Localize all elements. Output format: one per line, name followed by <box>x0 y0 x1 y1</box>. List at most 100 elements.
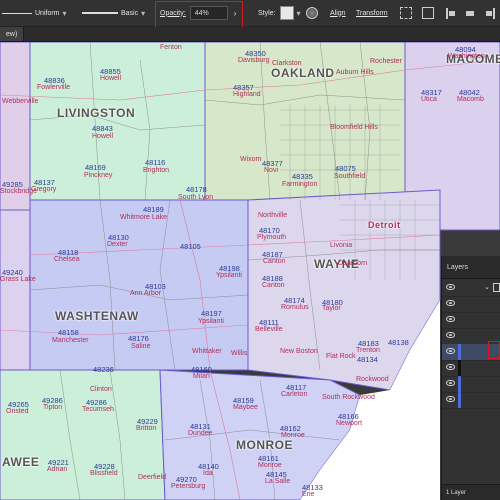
control-bar: Uniform ▾ Basic ▾ Opacity: 44% › Style: … <box>0 0 500 28</box>
city-label: Ann Arbor <box>130 290 162 297</box>
eye-icon[interactable] <box>446 364 455 370</box>
place-label: Whittaker <box>192 348 222 355</box>
city-label: Dundee <box>188 430 213 437</box>
align-left-icon[interactable] <box>446 0 455 26</box>
place-label: South Rockwood <box>322 394 375 401</box>
city-label: Southfield <box>334 173 366 180</box>
layer-row[interactable] <box>442 296 500 313</box>
uniform-line-icon <box>2 12 32 14</box>
city-label: Washington <box>448 53 485 60</box>
city-label: Plymouth <box>257 234 287 241</box>
layer-color-bar <box>458 360 461 376</box>
layer-row[interactable] <box>442 312 500 329</box>
zip-label: 48075 <box>335 164 356 173</box>
city-label: Blissfield <box>90 470 118 477</box>
city-label: Chelsea <box>54 256 80 263</box>
isolate-icon[interactable] <box>422 0 434 26</box>
zip-label: 48134 <box>357 355 378 364</box>
city-label: Trenton <box>356 347 380 354</box>
zip-label: 48236 <box>93 365 114 374</box>
layers-panel: Layers ⌄ 1 Layer <box>441 256 500 500</box>
selection-highlight <box>488 341 500 359</box>
city-label: Novi <box>264 167 279 174</box>
align-right-icon[interactable] <box>486 0 495 26</box>
chevron-down-icon[interactable]: ⌄ <box>484 283 490 291</box>
zip-label: 48843 <box>92 124 113 133</box>
city-label: Farmington <box>282 181 318 188</box>
align-center-icon[interactable] <box>466 0 474 26</box>
city-label: Howell <box>92 133 114 140</box>
zip-label: 48335 <box>292 172 313 181</box>
eye-icon[interactable] <box>446 284 455 290</box>
brush-label: Basic <box>121 9 139 17</box>
layer-color-bar <box>458 344 461 360</box>
place-label: Bloomfield Hills <box>330 124 378 131</box>
city-label: Highland <box>233 91 261 98</box>
stroke-profile-dropdown[interactable]: Uniform ▾ <box>2 0 67 26</box>
place-label: Webberville <box>2 98 39 105</box>
city-label: Brighton <box>143 167 170 174</box>
transform-button[interactable]: Transform <box>356 0 388 26</box>
style-swatch[interactable] <box>279 6 294 20</box>
city-label: Ida <box>203 470 213 477</box>
zip-label: 48169 <box>85 163 106 172</box>
place-label: Fenton <box>160 44 182 51</box>
zip-label: 48158 <box>58 328 79 337</box>
eye-icon[interactable] <box>446 316 455 322</box>
city-label: Grass Lake <box>0 276 36 283</box>
city-label: Monroe <box>281 432 305 439</box>
city-label: Fowlerville <box>37 84 71 91</box>
place-label: Deerfield <box>138 474 167 481</box>
layer-count-label: 1 Layer <box>446 489 467 496</box>
city-label: Milan <box>193 373 210 380</box>
zip-label: 48105 <box>180 242 201 251</box>
opacity-label[interactable]: Opacity: <box>160 10 186 17</box>
place-label: Dearborn <box>338 260 368 267</box>
map-canvas[interactable]: OAKLAND MACOMB LIVINGSTON WASHTENAW WAYN… <box>0 42 500 500</box>
place-label: Auburn Hills <box>336 69 374 76</box>
chevron-right-icon[interactable]: › <box>234 9 237 18</box>
city-label: Stockbridge <box>0 188 37 195</box>
place-label: Flat Rock <box>326 353 356 360</box>
document-tab-strip: ew) <box>0 27 500 42</box>
layer-row[interactable] <box>442 376 500 393</box>
city-label: Howell <box>100 75 122 82</box>
city-label: Carleton <box>281 391 308 398</box>
city-label: Maybee <box>233 404 258 411</box>
align-button[interactable]: Align <box>330 0 346 26</box>
chevron-down-icon[interactable]: ▾ <box>297 9 301 18</box>
livingston-region <box>29 42 206 201</box>
document-tab[interactable]: ew) <box>0 27 25 41</box>
city-label: Davisburg <box>238 57 270 64</box>
layer-row[interactable] <box>442 392 500 409</box>
layer-color-bar <box>458 392 461 408</box>
opacity-input[interactable]: 44% <box>189 6 228 20</box>
zip-label: 48189 <box>143 205 164 214</box>
brush-dropdown[interactable]: Basic ▾ <box>82 0 145 26</box>
opacity-control: Opacity: 44% › <box>160 0 236 26</box>
city-label: La Salle <box>265 478 291 485</box>
city-label: Newport <box>336 420 363 427</box>
layer-row[interactable]: ⌄ <box>442 280 500 297</box>
eye-icon[interactable] <box>446 348 455 354</box>
chevron-down-icon: ▾ <box>62 8 67 18</box>
layer-row[interactable] <box>442 360 500 377</box>
eye-icon[interactable] <box>446 332 455 338</box>
eye-icon[interactable] <box>446 380 455 386</box>
place-label: New Boston <box>280 348 318 355</box>
county-label-monroe: MONROE <box>236 438 293 452</box>
layers-panel-title[interactable]: Layers <box>447 264 468 271</box>
layers-panel-header: Layers <box>442 256 500 279</box>
city-label: Canton <box>263 258 286 265</box>
eye-icon[interactable] <box>446 396 455 402</box>
place-label: Rochester <box>370 58 402 65</box>
zip-label: 48178 <box>186 185 207 194</box>
place-label: Rockwood <box>356 376 389 383</box>
recolor-icon[interactable] <box>306 0 318 26</box>
county-label-washtenaw: WASHTENAW <box>55 309 139 323</box>
eye-icon[interactable] <box>446 300 455 306</box>
city-label: Pinckney <box>84 172 113 179</box>
transform-bounds-icon[interactable] <box>400 0 412 26</box>
city-label: Monroe <box>258 462 282 469</box>
zip-label: 48197 <box>201 309 222 318</box>
